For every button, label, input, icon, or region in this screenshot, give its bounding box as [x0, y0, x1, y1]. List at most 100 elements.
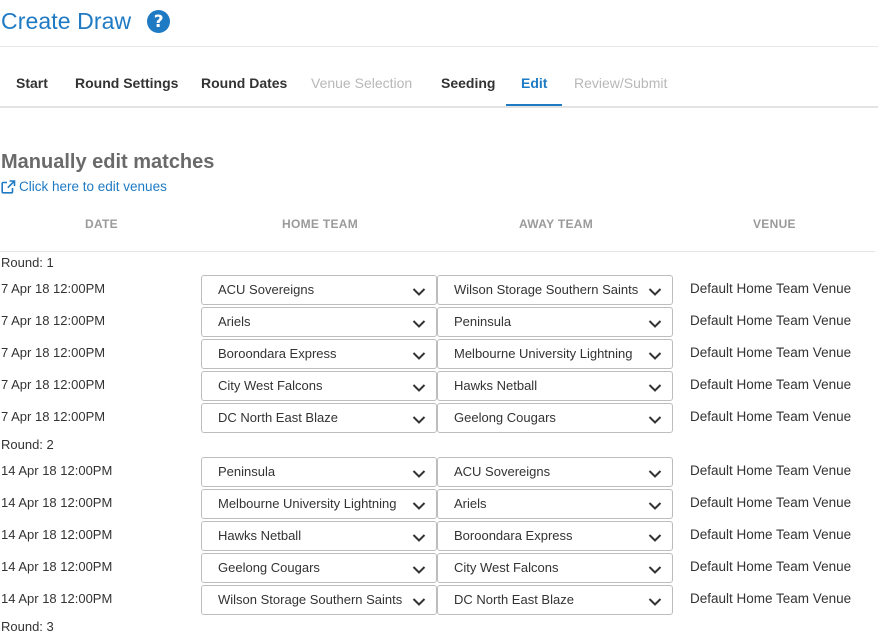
match-date: 14 Apr 18 12:00PM: [1, 463, 113, 478]
match-date: 7 Apr 18 12:00PM: [1, 345, 106, 360]
home-team-value: Wilson Storage Southern Saints: [218, 592, 403, 607]
away-team-value: City West Falcons: [454, 560, 559, 575]
away-team-select[interactable]: ACU Sovereigns: [437, 457, 673, 487]
away-team-select[interactable]: Geelong Cougars: [437, 403, 673, 433]
away-team-select[interactable]: City West Falcons: [437, 553, 673, 583]
page-title: Create Draw: [1, 8, 132, 34]
away-team-select[interactable]: DC North East Blaze: [437, 585, 673, 615]
chevron-down-icon: [412, 534, 426, 542]
match-venue: Default Home Team Venue: [690, 591, 852, 606]
chevron-down-icon: [648, 598, 662, 606]
away-team-value: Geelong Cougars: [454, 410, 556, 425]
home-team-value: ACU Sovereigns: [218, 282, 315, 297]
chevron-down-icon: [648, 502, 662, 510]
tab-round-dates[interactable]: Round Dates: [187, 62, 301, 104]
tab-edit[interactable]: Edit: [506, 62, 563, 106]
round-label: Round: 3: [1, 619, 54, 634]
column-header-home-team: HOME TEAM: [282, 217, 359, 231]
match-date: 7 Apr 18 12:00PM: [1, 281, 106, 296]
match-venue: Default Home Team Venue: [690, 409, 852, 424]
away-team-select[interactable]: Hawks Netball: [437, 371, 673, 401]
chevron-down-icon: [412, 566, 426, 574]
match-venue: Default Home Team Venue: [690, 281, 852, 296]
home-team-select[interactable]: Ariels: [201, 307, 437, 337]
away-team-select[interactable]: Melbourne University Lightning: [437, 339, 673, 369]
chevron-down-icon: [412, 598, 426, 606]
external-link-icon: [1, 179, 16, 194]
header-divider-line: [0, 251, 875, 252]
home-team-value: Hawks Netball: [218, 528, 302, 543]
chevron-down-icon: [648, 566, 662, 574]
match-venue: Default Home Team Venue: [690, 559, 852, 574]
away-team-value: Ariels: [454, 496, 487, 511]
home-team-value: Ariels: [218, 314, 251, 329]
away-team-value: Peninsula: [454, 314, 512, 329]
chevron-down-icon: [648, 384, 662, 392]
away-team-value: Boroondara Express: [454, 528, 573, 543]
away-team-select[interactable]: Ariels: [437, 489, 673, 519]
home-team-select[interactable]: Geelong Cougars: [201, 553, 437, 583]
chevron-down-icon: [648, 352, 662, 360]
home-team-select[interactable]: Hawks Netball: [201, 521, 437, 551]
match-date: 14 Apr 18 12:00PM: [1, 559, 113, 574]
home-team-select[interactable]: City West Falcons: [201, 371, 437, 401]
away-team-value: DC North East Blaze: [454, 592, 574, 607]
chevron-down-icon: [648, 320, 662, 328]
match-date: 14 Apr 18 12:00PM: [1, 527, 113, 542]
home-team-select[interactable]: DC North East Blaze: [201, 403, 437, 433]
title-row: Create Draw ?: [1, 8, 171, 35]
match-date: 14 Apr 18 12:00PM: [1, 591, 113, 606]
away-team-select[interactable]: Peninsula: [437, 307, 673, 337]
tab-review-submit: Review/Submit: [574, 75, 668, 91]
match-venue: Default Home Team Venue: [690, 495, 852, 510]
match-date: 7 Apr 18 12:00PM: [1, 313, 106, 328]
home-team-select[interactable]: Melbourne University Lightning: [201, 489, 437, 519]
tab-start[interactable]: Start: [2, 62, 62, 104]
away-team-value: ACU Sovereigns: [454, 464, 551, 479]
match-venue: Default Home Team Venue: [690, 377, 852, 392]
match-date: 7 Apr 18 12:00PM: [1, 409, 106, 424]
chevron-down-icon: [412, 416, 426, 424]
round-label: Round: 2: [1, 437, 54, 452]
chevron-down-icon: [648, 470, 662, 478]
away-team-value: Melbourne University Lightning: [454, 346, 633, 361]
chevron-down-icon: [648, 416, 662, 424]
match-date: 7 Apr 18 12:00PM: [1, 377, 106, 392]
tab-round-settings[interactable]: Round Settings: [61, 62, 192, 104]
column-header-away-team: AWAY TEAM: [519, 217, 594, 231]
column-header-date: DATE: [85, 217, 118, 231]
tab-venue-selection: Venue Selection: [311, 75, 413, 91]
match-venue: Default Home Team Venue: [690, 463, 852, 478]
away-team-select[interactable]: Wilson Storage Southern Saints: [437, 275, 673, 305]
match-date: 14 Apr 18 12:00PM: [1, 495, 113, 510]
home-team-select[interactable]: Peninsula: [201, 457, 437, 487]
home-team-select[interactable]: ACU Sovereigns: [201, 275, 437, 305]
chevron-down-icon: [412, 502, 426, 510]
chevron-down-icon: [412, 352, 426, 360]
header-divider: [0, 46, 878, 47]
home-team-select[interactable]: Wilson Storage Southern Saints: [201, 585, 437, 615]
edit-venues-link[interactable]: Click here to edit venues: [1, 179, 167, 194]
away-team-value: Wilson Storage Southern Saints: [454, 282, 639, 297]
home-team-value: Peninsula: [218, 464, 276, 479]
chevron-down-icon: [412, 384, 426, 392]
home-team-value: Geelong Cougars: [218, 560, 320, 575]
home-team-select[interactable]: Boroondara Express: [201, 339, 437, 369]
home-team-value: Boroondara Express: [218, 346, 337, 361]
home-team-value: City West Falcons: [218, 378, 323, 393]
help-circle-icon[interactable]: ?: [147, 10, 171, 33]
chevron-down-icon: [412, 288, 426, 296]
section-title: Manually edit matches: [1, 151, 215, 173]
home-team-value: DC North East Blaze: [218, 410, 338, 425]
column-header-venue: VENUE: [753, 217, 796, 231]
chevron-down-icon: [648, 534, 662, 542]
match-venue: Default Home Team Venue: [690, 313, 852, 328]
match-venue: Default Home Team Venue: [690, 527, 852, 542]
chevron-down-icon: [412, 320, 426, 328]
away-team-value: Hawks Netball: [454, 378, 538, 393]
tab-seeding[interactable]: Seeding: [427, 62, 509, 104]
away-team-select[interactable]: Boroondara Express: [437, 521, 673, 551]
round-label: Round: 1: [1, 255, 54, 270]
chevron-down-icon: [412, 470, 426, 478]
chevron-down-icon: [648, 288, 662, 296]
